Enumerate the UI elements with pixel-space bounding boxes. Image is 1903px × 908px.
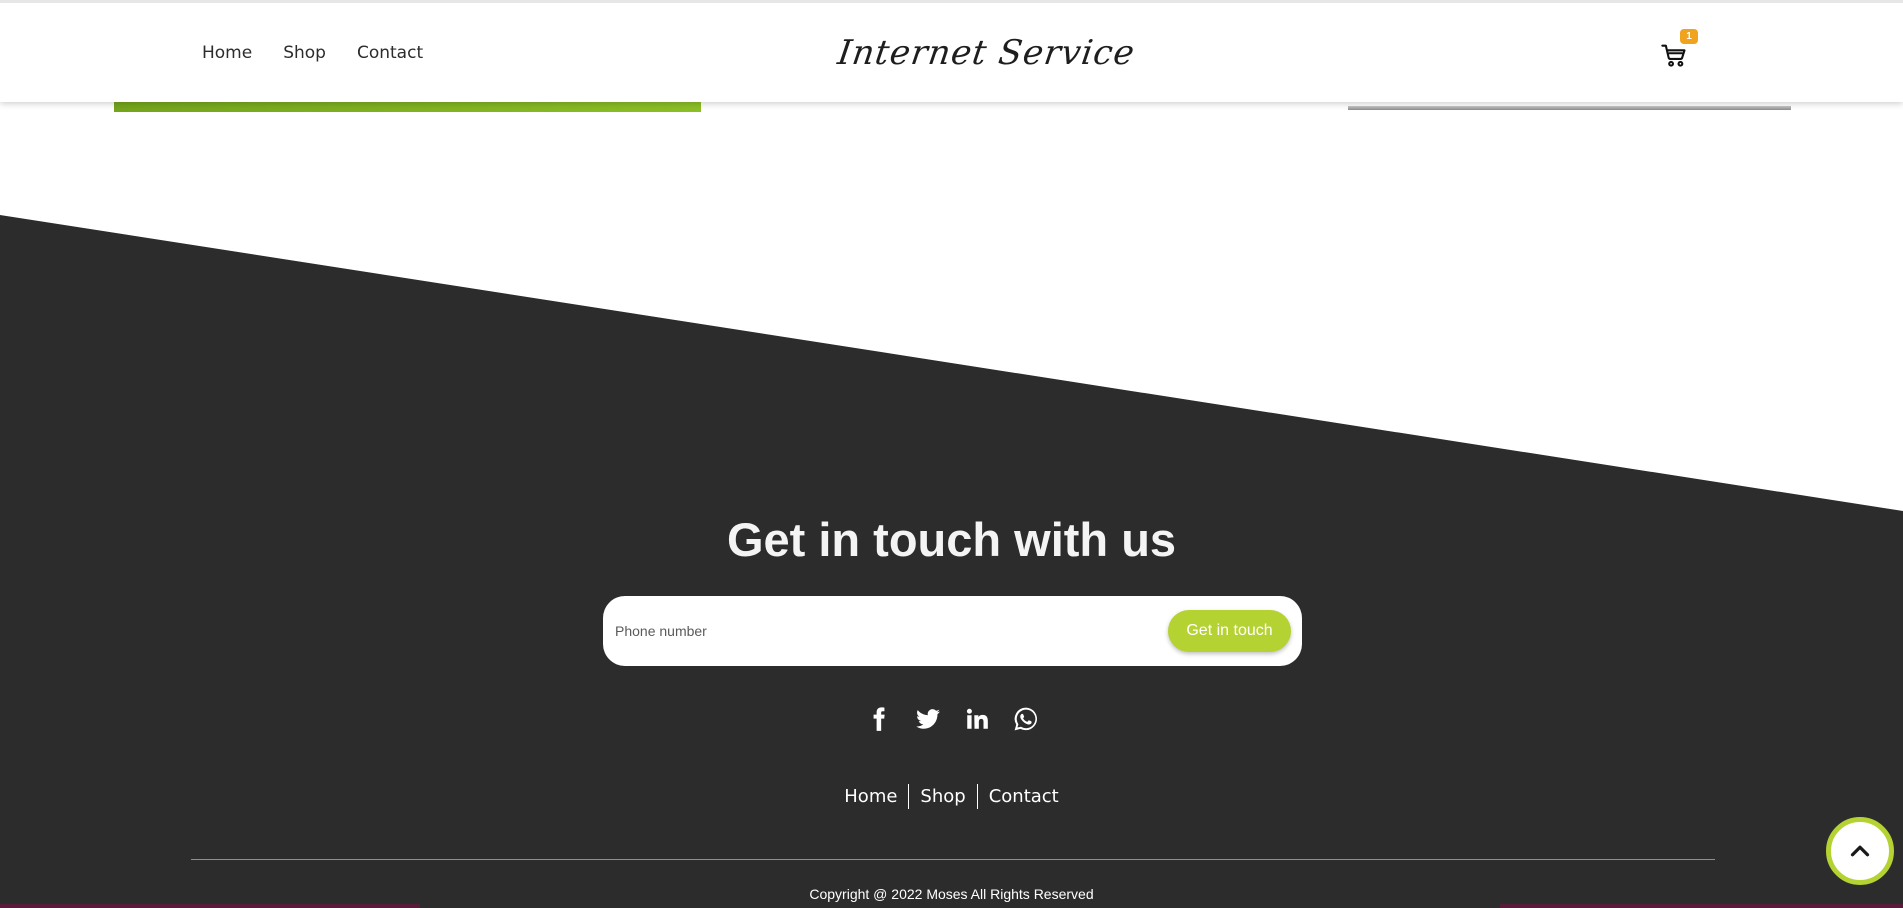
footer-divider — [191, 859, 1715, 860]
cart-button[interactable]: 1 — [1660, 29, 1698, 73]
phone-form: Get in touch — [603, 596, 1302, 666]
get-in-touch-button[interactable]: Get in touch — [1168, 610, 1291, 652]
footer-home-link[interactable]: Home — [833, 784, 908, 809]
footer-background — [0, 215, 1903, 908]
footer-shop-link[interactable]: Shop — [908, 784, 976, 809]
footer-nav: Home Shop Contact — [0, 784, 1903, 809]
nav-home-link[interactable]: Home — [202, 43, 252, 63]
cart-icon — [1660, 44, 1688, 73]
social-links — [866, 706, 1039, 732]
linkedin-icon[interactable] — [964, 706, 990, 732]
footer-contact-link[interactable]: Contact — [976, 784, 1070, 809]
whatsapp-icon[interactable] — [1013, 706, 1039, 732]
footer-title: Get in touch with us — [726, 513, 1177, 566]
section-gray-bar — [1348, 106, 1791, 110]
site-logo[interactable]: Internet Service — [835, 33, 1137, 73]
twitter-icon[interactable] — [915, 706, 941, 732]
cart-count-badge: 1 — [1680, 29, 1698, 44]
site-header: Home Shop Contact Internet Service 1 — [0, 0, 1903, 102]
nav-contact-link[interactable]: Contact — [357, 43, 423, 63]
back-to-top-button[interactable] — [1826, 817, 1894, 885]
nav-shop-link[interactable]: Shop — [283, 43, 326, 63]
facebook-icon[interactable] — [866, 706, 892, 732]
copyright-text: Copyright @ 2022 Moses All Rights Reserv… — [809, 886, 1094, 902]
main-nav: Home Shop Contact — [202, 43, 454, 63]
phone-number-input[interactable] — [615, 612, 1135, 650]
